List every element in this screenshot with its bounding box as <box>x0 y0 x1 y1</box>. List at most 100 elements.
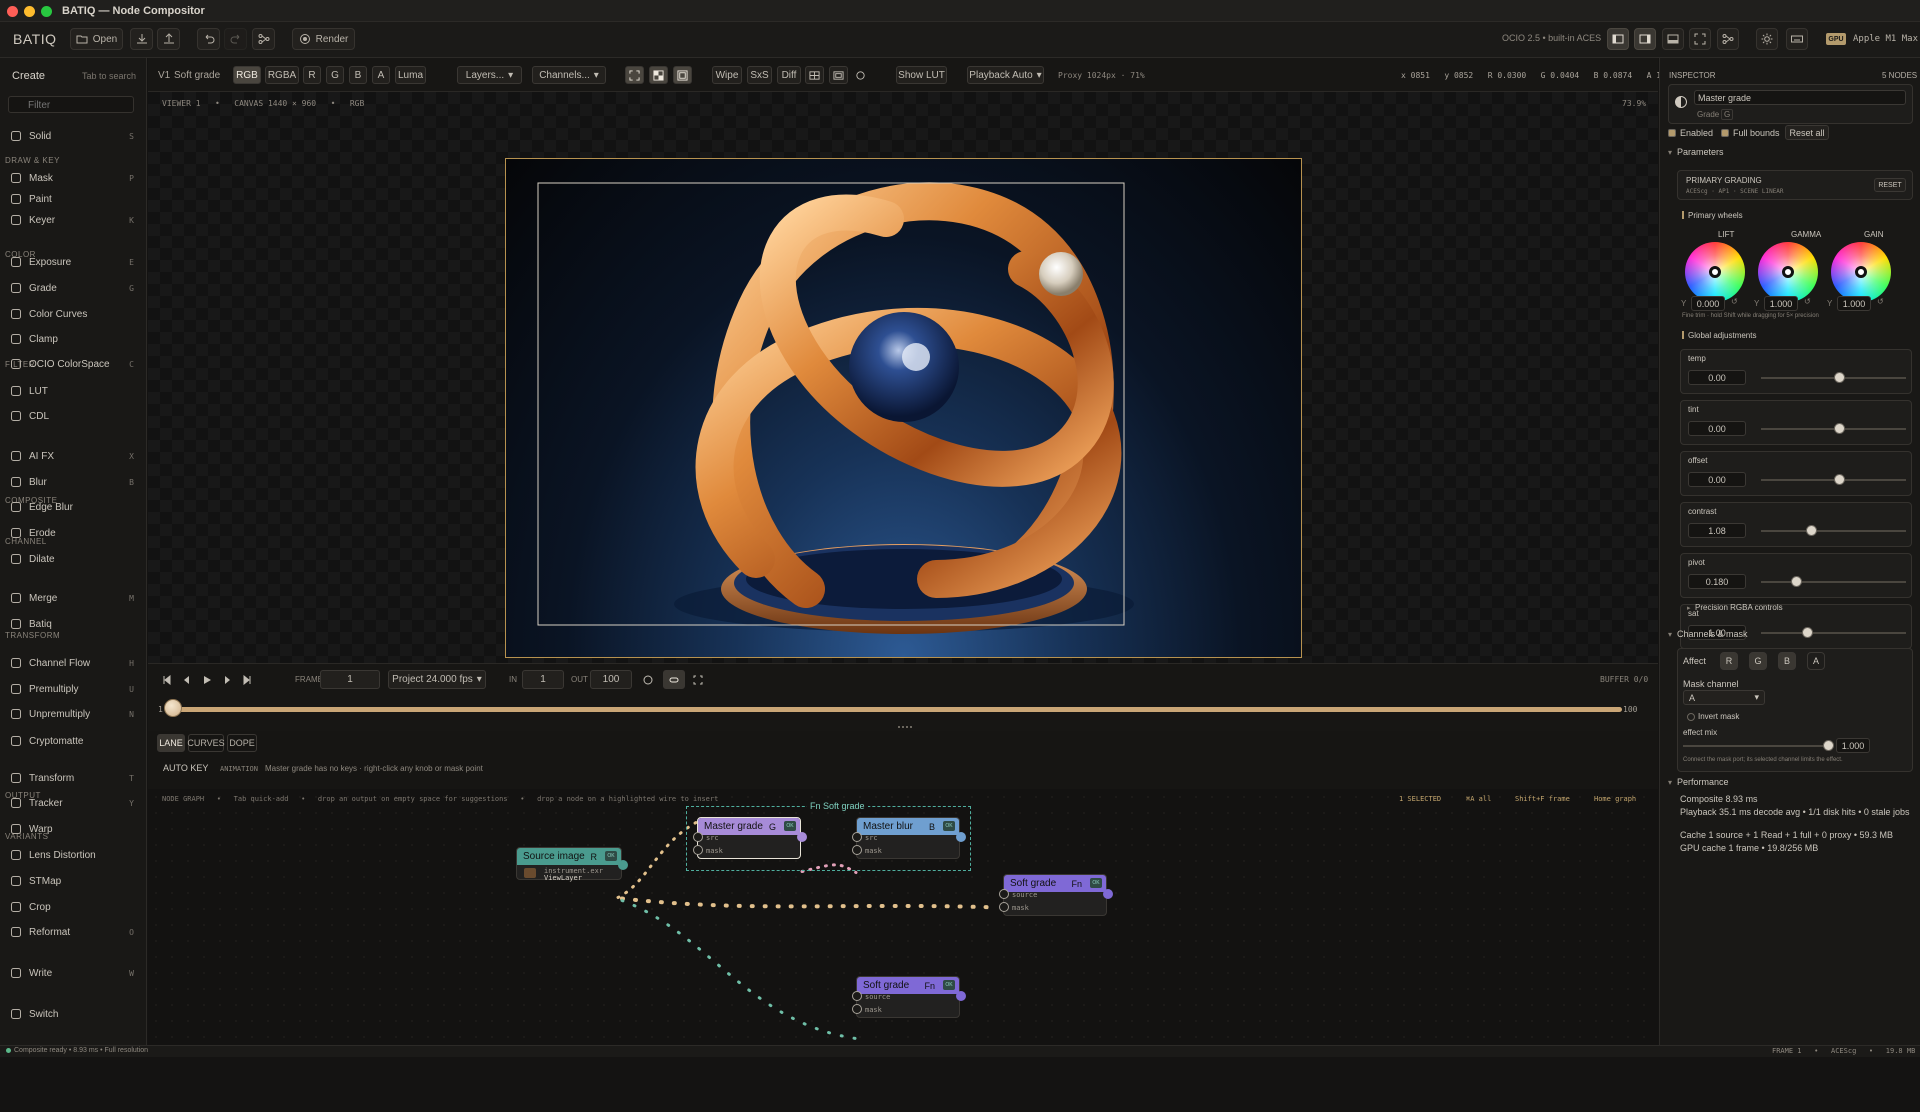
output-port[interactable] <box>797 832 807 842</box>
grid-button[interactable] <box>805 66 824 84</box>
reset-wheel-icon[interactable]: ↺ <box>1731 297 1738 306</box>
in-point-input[interactable]: 1 <box>522 670 564 689</box>
param-slider-knob[interactable] <box>1834 423 1845 434</box>
fit-timeline-button[interactable] <box>689 670 707 689</box>
first-frame-button[interactable] <box>159 670 175 689</box>
param-slider-knob[interactable] <box>1791 576 1802 587</box>
create-item-crop[interactable]: Crop <box>0 896 146 918</box>
loop-button[interactable] <box>639 670 657 689</box>
diff-button[interactable]: Diff <box>777 66 801 84</box>
node-graph-button[interactable] <box>252 28 275 50</box>
create-item-ai-fx[interactable]: AI FX X <box>0 445 146 467</box>
zoom-window-button[interactable] <box>41 6 52 17</box>
layout-right-panel-button[interactable] <box>1634 28 1656 50</box>
create-item-cdl[interactable]: CDL <box>0 405 146 427</box>
create-item-batiq[interactable]: Batiq <box>0 613 146 635</box>
wheel-y-input[interactable]: 1.000 <box>1764 296 1798 311</box>
node-name-input[interactable]: Master grade <box>1694 90 1906 105</box>
color-wheel-gamma[interactable] <box>1758 242 1818 302</box>
param-slider-knob[interactable] <box>1834 474 1845 485</box>
filter-input[interactable] <box>8 96 134 113</box>
param-input[interactable]: 0.180 <box>1688 574 1746 589</box>
wipe-button[interactable]: Wipe <box>712 66 742 84</box>
node-master-grade[interactable]: Master grade G OK src mask <box>693 817 807 859</box>
out-point-input[interactable]: 100 <box>590 670 632 689</box>
param-slider-track[interactable] <box>1761 530 1906 532</box>
minimize-window-button[interactable] <box>24 6 35 17</box>
create-item-merge[interactable]: Merge M <box>0 587 146 609</box>
create-item-transform[interactable]: Transform T <box>0 767 146 789</box>
chevron-down-icon[interactable]: ▾ <box>1668 148 1672 157</box>
mask-port[interactable] <box>693 845 703 855</box>
create-item-reformat[interactable]: Reformat O <box>0 921 146 943</box>
node-master-blur[interactable]: Master blur B OK src mask <box>852 817 966 859</box>
timeline-scrubber[interactable] <box>178 707 1622 712</box>
channels-dropdown[interactable]: Channels... ▾ <box>532 66 606 84</box>
create-item-ocio-colorspace[interactable]: OCIO ColorSpace C <box>0 353 146 375</box>
node-graph[interactable]: NODE GRAPH • Tab quick-add • drop an out… <box>148 789 1658 1045</box>
reset-wheel-icon[interactable]: ↺ <box>1877 297 1884 306</box>
channel-rgb-button[interactable]: RGB <box>233 66 261 84</box>
wheel-puck[interactable] <box>1782 266 1794 278</box>
color-wheel-lift[interactable] <box>1685 242 1745 302</box>
open-button[interactable]: Open <box>70 28 123 50</box>
refresh-button[interactable] <box>852 66 869 84</box>
channel-rgba-button[interactable]: RGBA <box>265 66 299 84</box>
auto-key-toggle[interactable]: AUTO KEY <box>163 763 208 773</box>
src-port[interactable] <box>852 832 862 842</box>
next-frame-button[interactable] <box>219 670 235 689</box>
channels-mask-header[interactable]: Channels & mask <box>1677 629 1748 639</box>
mask-port[interactable] <box>852 1004 862 1014</box>
color-wheel-gain[interactable] <box>1831 242 1891 302</box>
create-item-tracker[interactable]: Tracker Y <box>0 792 146 814</box>
safe-area-button[interactable] <box>673 66 692 84</box>
output-port[interactable] <box>956 832 966 842</box>
tab-dope[interactable]: DOPE <box>227 734 257 752</box>
param-input[interactable]: 1.08 <box>1688 523 1746 538</box>
node-soft-grade-1[interactable]: Soft grade Fn OK source mask <box>999 874 1113 916</box>
param-input[interactable]: 0.00 <box>1688 370 1746 385</box>
precision-controls-toggle[interactable]: Precision RGBA controls <box>1695 603 1783 612</box>
show-lut-button[interactable]: Show LUT <box>896 66 947 84</box>
create-item-unpremultiply[interactable]: Unpremultiply N <box>0 703 146 725</box>
playhead[interactable] <box>164 699 182 717</box>
param-input[interactable]: 0.00 <box>1688 421 1746 436</box>
chevron-down-icon[interactable]: ▾ <box>1668 630 1672 639</box>
channel-luma-button[interactable]: Luma <box>395 66 426 84</box>
render-button[interactable]: Render <box>292 28 355 50</box>
channel-a-button[interactable]: A <box>372 66 390 84</box>
create-item-write[interactable]: Write W <box>0 962 146 984</box>
wheel-y-input[interactable]: 0.000 <box>1691 296 1725 311</box>
full-bounds-checkbox[interactable] <box>1721 129 1729 137</box>
tab-curves[interactable]: CURVES <box>187 734 225 752</box>
enabled-checkbox[interactable] <box>1668 129 1676 137</box>
wheel-y-input[interactable]: 1.000 <box>1837 296 1871 311</box>
effect-mix-track[interactable] <box>1683 745 1828 747</box>
mask-port[interactable] <box>999 902 1009 912</box>
channel-g-button[interactable]: G <box>326 66 344 84</box>
output-port[interactable] <box>1103 889 1113 899</box>
channel-b-button[interactable]: B <box>349 66 367 84</box>
param-input[interactable]: 0.00 <box>1688 472 1746 487</box>
playback-dropdown[interactable]: Playback Auto ▾ <box>967 66 1044 84</box>
checker-button[interactable] <box>649 66 668 84</box>
performance-header[interactable]: Performance <box>1677 777 1729 787</box>
fit-view-button[interactable] <box>625 66 644 84</box>
sxs-button[interactable]: SxS <box>747 66 772 84</box>
create-item-edge-blur[interactable]: Edge Blur <box>0 496 146 518</box>
create-item-switch[interactable]: Switch <box>0 1003 146 1025</box>
invert-mask-checkbox[interactable] <box>1687 713 1695 721</box>
redo-button[interactable] <box>224 28 247 50</box>
parameters-header[interactable]: Parameters <box>1677 147 1724 157</box>
create-item-color-curves[interactable]: Color Curves <box>0 303 146 325</box>
create-item-grade[interactable]: Grade G <box>0 277 146 299</box>
create-item-channel-flow[interactable]: Channel Flow H <box>0 652 146 674</box>
caret-right-icon[interactable]: ▸ <box>1687 604 1691 612</box>
output-port[interactable] <box>956 991 966 1001</box>
reset-wheel-icon[interactable]: ↺ <box>1804 297 1811 306</box>
bounce-button[interactable] <box>663 670 685 689</box>
play-button[interactable] <box>199 670 215 689</box>
wheel-puck[interactable] <box>1709 266 1721 278</box>
chevron-down-icon[interactable]: ▾ <box>1668 778 1672 787</box>
keyboard-button[interactable] <box>1786 28 1808 50</box>
